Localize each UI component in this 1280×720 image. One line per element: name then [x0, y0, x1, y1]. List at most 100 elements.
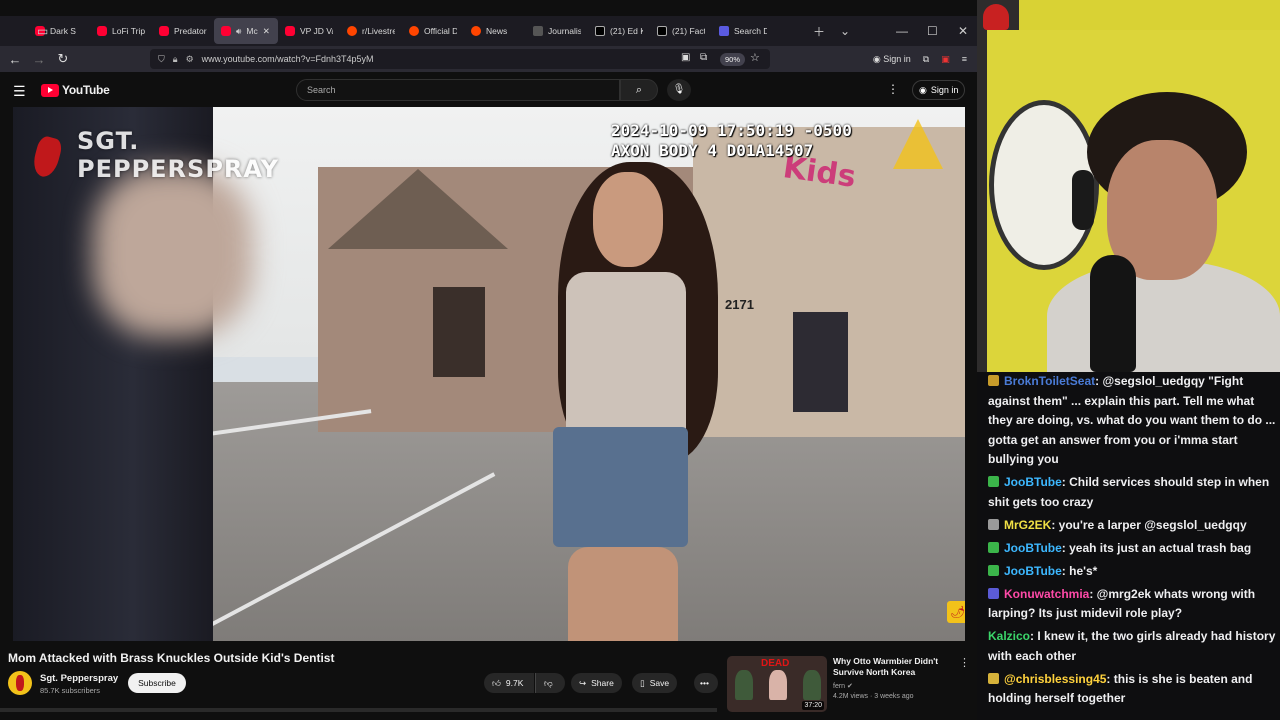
- back-button[interactable]: ←: [3, 52, 27, 67]
- url-bar[interactable]: ⛉ 🔒︎ ⚙ www.youtube.com/watch?v=Fdnh3T4p5…: [150, 49, 770, 69]
- horizontal-scrollbar[interactable]: [0, 708, 717, 712]
- browser-window: Dark S LoFi Tripl Predator 🔊︎ Mc ✕ VP JD Va r/L…: [0, 0, 977, 720]
- menu-icon[interactable]: ≡: [962, 54, 967, 64]
- chat-username[interactable]: JooBTube: [1004, 564, 1062, 578]
- channel-avatar[interactable]: [8, 671, 32, 695]
- settings-menu-icon[interactable]: ⋮: [887, 82, 899, 96]
- youtube-signin-button[interactable]: ◉ Sign in: [912, 80, 966, 100]
- forward-button[interactable]: →: [27, 52, 51, 67]
- tab-label: Dark S: [50, 26, 76, 36]
- chat-message: @chrisblessing45: this is she is beaten …: [988, 670, 1276, 709]
- recommended-channel[interactable]: fern ✔: [833, 682, 853, 690]
- subscribe-button[interactable]: Subscribe: [128, 673, 186, 693]
- tab-label: Search D: [734, 26, 767, 36]
- tab-label: Predator: [174, 26, 207, 36]
- browser-tab[interactable]: r/Livestre: [340, 18, 402, 44]
- browser-tab[interactable]: Predator: [152, 18, 214, 44]
- chat-badge-icon: [988, 541, 999, 553]
- screenshot-icon[interactable]: ⧉: [700, 52, 707, 63]
- reddit-favicon-icon: [409, 26, 419, 36]
- browser-tab[interactable]: LoFi Tripl: [90, 18, 152, 44]
- zoom-level[interactable]: 90%: [720, 53, 746, 66]
- extensions-icon[interactable]: ⧉: [923, 54, 929, 65]
- recommended-title[interactable]: Why Otto Warmbier Didn't Survive North K…: [833, 656, 953, 678]
- youtube-signin-label: Sign in: [930, 85, 959, 95]
- verified-icon: ✔: [847, 683, 853, 690]
- new-tab-button[interactable]: ＋: [813, 16, 825, 46]
- close-window-button[interactable]: ✕: [958, 16, 968, 46]
- tab-bar: Dark S LoFi Tripl Predator 🔊︎ Mc ✕ VP JD Va r/L…: [0, 16, 977, 46]
- browser-tab[interactable]: Official D: [402, 18, 464, 44]
- browser-tab[interactable]: Search D: [712, 18, 774, 44]
- save-button[interactable]: ▯ Save: [632, 673, 678, 693]
- dislike-button[interactable]: 👎︎: [535, 673, 565, 693]
- youtube-logo[interactable]: YouTube: [41, 83, 110, 97]
- more-dots-icon: •••: [700, 678, 709, 688]
- browser-tab[interactable]: Journalis: [526, 18, 588, 44]
- video-player[interactable]: Kids 2171 SGT. PEPPERSPRAY 2024-10-09 17…: [13, 107, 965, 641]
- browser-signin-label: Sign in: [883, 53, 911, 64]
- chat-username[interactable]: Kalzico: [988, 629, 1030, 643]
- chat-badge-icon: [988, 672, 999, 684]
- video-person-top: [566, 272, 686, 442]
- voice-search-button[interactable]: 🎙︎: [667, 79, 691, 101]
- x-favicon-icon: [657, 26, 667, 36]
- channel-branding-icon[interactable]: 🌶︎: [947, 601, 965, 623]
- search-input[interactable]: Search: [296, 79, 620, 101]
- reload-button[interactable]: ↻: [51, 51, 75, 67]
- guide-menu-icon[interactable]: ☰: [13, 83, 26, 100]
- tab-list-chevron-icon[interactable]: ⌄: [840, 16, 850, 46]
- reader-view-icon[interactable]: ▣: [681, 52, 690, 63]
- like-button[interactable]: 👍︎ 9.7K: [484, 673, 534, 693]
- close-tab-icon[interactable]: ✕: [263, 26, 270, 37]
- chat-message: MrG2EK: you're a larper @segslol_uedgqy: [988, 516, 1276, 536]
- chat-message: JooBTube: he's*: [988, 562, 1276, 582]
- maximize-button[interactable]: ☐: [927, 16, 938, 46]
- chat-username[interactable]: BroknToiletSeat: [1004, 374, 1095, 388]
- channel-watermark: SGT. PEPPERSPRAY: [77, 127, 279, 183]
- chat-message: JooBTube: Child services should step in …: [988, 473, 1276, 512]
- tab-overview-icon[interactable]: ▭: [37, 16, 48, 46]
- recommended-thumbnail[interactable]: DEAD 37:20: [727, 656, 827, 712]
- chat-message: Konuwatchmia: @mrg2ek whats wrong with l…: [988, 585, 1276, 624]
- extension-badge-icon[interactable]: ▣: [941, 54, 950, 65]
- browser-tab[interactable]: 🔊︎ Mc ✕: [214, 18, 278, 44]
- more-actions-button[interactable]: •••: [694, 673, 718, 693]
- lock-icon[interactable]: 🔒︎: [173, 54, 178, 65]
- chat-username[interactable]: MrG2EK: [1004, 518, 1051, 532]
- browser-tab[interactable]: (21) Ed K: [588, 18, 650, 44]
- video-person-legs: [568, 547, 678, 641]
- recommended-menu-icon[interactable]: ⋮: [959, 656, 970, 669]
- like-count: 9.7K: [505, 678, 524, 688]
- ms-favicon-icon: [719, 26, 729, 36]
- permissions-icon[interactable]: ⚙: [186, 54, 194, 65]
- browser-tab[interactable]: (21) Fact: [650, 18, 712, 44]
- search-button[interactable]: ⌕: [620, 79, 658, 101]
- reddit-favicon-icon: [347, 26, 357, 36]
- chat-username[interactable]: Konuwatchmia: [1004, 587, 1089, 601]
- browser-tab[interactable]: News: [464, 18, 526, 44]
- thumbnail-text: DEAD: [761, 658, 790, 669]
- chat-username[interactable]: JooBTube: [1004, 541, 1062, 555]
- youtube-logo-text: YouTube: [62, 83, 110, 97]
- chat-badge-icon: [988, 518, 999, 530]
- channel-name[interactable]: Sgt. Pepperspray: [40, 673, 118, 684]
- browser-tab[interactable]: VP JD Va: [278, 18, 340, 44]
- video-blurred-face: [93, 167, 253, 337]
- account-signin[interactable]: ◉ Sign in: [873, 54, 911, 65]
- tab-label: (21) Fact: [672, 26, 705, 36]
- chat-badge-icon: [988, 564, 999, 576]
- x-favicon-icon: [595, 26, 605, 36]
- speaker-icon[interactable]: 🔊︎: [236, 26, 241, 37]
- chat-username[interactable]: JooBTube: [1004, 475, 1062, 489]
- shield-icon[interactable]: ⛉: [158, 54, 165, 65]
- url-text[interactable]: www.youtube.com/watch?v=Fdnh3T4p5yM: [202, 54, 374, 64]
- minimize-button[interactable]: —: [896, 16, 908, 46]
- bookmark-star-icon[interactable]: ☆: [750, 51, 760, 64]
- youtube-favicon-icon: [285, 26, 295, 36]
- save-icon: ▯: [640, 677, 645, 688]
- share-button[interactable]: ↪ Share: [571, 673, 622, 693]
- recommended-meta: 4.2M views · 3 weeks ago: [833, 693, 914, 700]
- chat-panel: BroknToiletSeat: @segslol_uedgqy "Fight …: [977, 372, 1280, 720]
- chat-username[interactable]: @chrisblessing45: [1004, 672, 1106, 686]
